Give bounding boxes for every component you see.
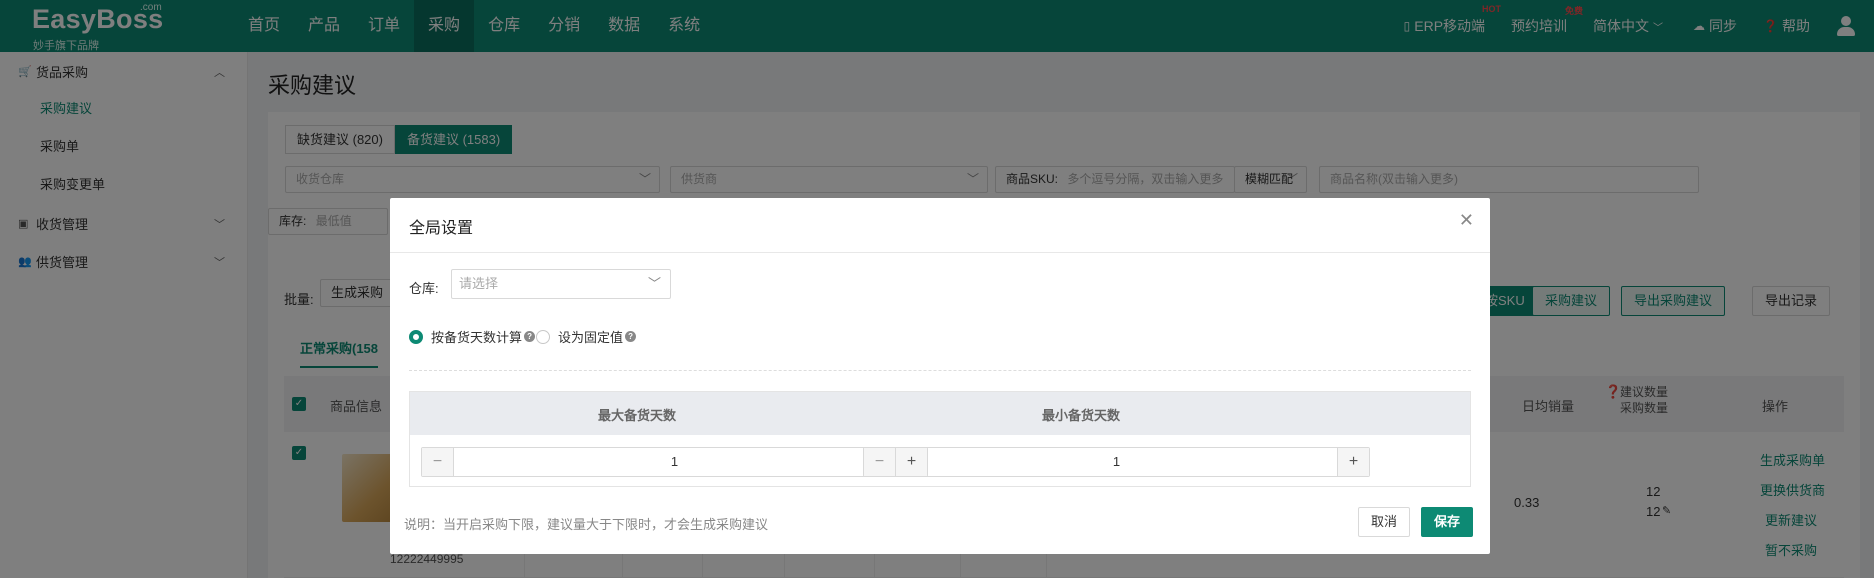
warehouse-select-placeholder: 请选择 bbox=[459, 276, 499, 291]
close-icon[interactable]: ✕ bbox=[1459, 210, 1474, 231]
max-stock-days-stepper[interactable]: − 1 + bbox=[421, 447, 928, 477]
minus-icon[interactable]: − bbox=[864, 448, 896, 476]
min-stock-days-value[interactable]: 1 bbox=[896, 448, 1337, 476]
min-stock-days-stepper[interactable]: − 1 + bbox=[863, 447, 1370, 477]
radio-by-stock-days[interactable]: 按备货天数计算 ? bbox=[409, 327, 536, 346]
question-icon[interactable]: ? bbox=[524, 331, 536, 342]
radio-fixed-value-label: 设为固定值 bbox=[558, 330, 624, 345]
col-max-stock-days: 最大备货天数 bbox=[598, 408, 677, 423]
save-button[interactable]: 保存 bbox=[1421, 507, 1474, 537]
dialog-title: 全局设置 bbox=[409, 220, 474, 237]
cancel-button[interactable]: 取消 bbox=[1358, 507, 1411, 537]
global-settings-dialog: 全局设置 ✕ 仓库: 请选择 ﹀ 按备货天数计算 ? 设为固定值 ? 最大备货天… bbox=[390, 198, 1490, 554]
dialog-divider bbox=[390, 252, 1490, 253]
plus-icon[interactable]: + bbox=[1337, 448, 1369, 476]
chevron-down-icon: ﹀ bbox=[647, 276, 661, 291]
radio-dot-checked bbox=[409, 329, 423, 344]
stock-days-table-header: 最大备货天数 最小备货天数 bbox=[410, 392, 1470, 435]
minus-icon[interactable]: − bbox=[422, 448, 454, 476]
col-min-stock-days: 最小备货天数 bbox=[1042, 408, 1121, 423]
warehouse-select[interactable]: 请选择 ﹀ bbox=[451, 269, 671, 299]
radio-fixed-value[interactable]: 设为固定值 ? bbox=[536, 327, 637, 346]
max-stock-days-value[interactable]: 1 bbox=[454, 448, 895, 476]
dialog-note: 说明：当开启采购下限，建议量大于下限时，才会生成采购建议 bbox=[404, 517, 769, 532]
question-icon[interactable]: ? bbox=[625, 331, 637, 342]
radio-by-stock-days-label: 按备货天数计算 bbox=[431, 330, 523, 345]
radio-dot-unchecked bbox=[536, 329, 550, 344]
warehouse-label: 仓库: bbox=[409, 281, 439, 296]
stock-days-table: 最大备货天数 最小备货天数 − 1 + − 1 + bbox=[409, 391, 1471, 487]
dashed-divider bbox=[409, 370, 1471, 371]
